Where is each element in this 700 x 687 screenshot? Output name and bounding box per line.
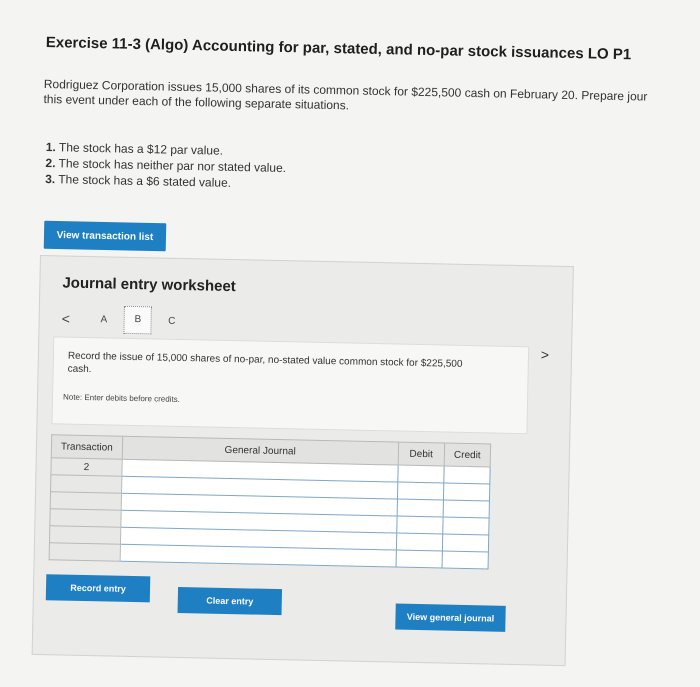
situation-number: 1. bbox=[45, 139, 56, 155]
debit-credit-note: Note: Enter debits before credits. bbox=[62, 392, 181, 404]
chevron-left-icon[interactable]: < bbox=[62, 310, 71, 326]
credit-cell[interactable] bbox=[442, 499, 490, 518]
view-transaction-list-button[interactable]: View transaction list bbox=[43, 220, 167, 252]
debit-cell[interactable] bbox=[395, 550, 443, 568]
debit-cell[interactable] bbox=[396, 499, 444, 517]
exercise-intro: Rodriguez Corporation issues 15,000 shar… bbox=[43, 77, 700, 122]
header-debit: Debit bbox=[397, 442, 445, 467]
credit-cell[interactable] bbox=[443, 466, 491, 484]
debit-cell[interactable] bbox=[396, 533, 443, 551]
worksheet-title: Journal entry worksheet bbox=[62, 274, 236, 296]
transaction-cell bbox=[49, 525, 121, 545]
clear-entry-button[interactable]: Clear entry bbox=[177, 586, 283, 616]
worksheet-tab-nav: < A B C bbox=[61, 304, 186, 335]
instruction-text: Record the issue of 15,000 shares of no-… bbox=[67, 350, 463, 376]
situation-number: 2. bbox=[45, 155, 56, 171]
page: Exercise 11-3 (Algo) Accounting for par,… bbox=[0, 0, 700, 687]
situation-list: 1. The stock has a $12 par value. 2. The… bbox=[45, 139, 287, 192]
debit-cell[interactable] bbox=[397, 465, 444, 484]
tab-c[interactable]: C bbox=[158, 315, 186, 327]
journal-table: Transaction General Journal Debit Credit… bbox=[49, 434, 492, 569]
debit-cell[interactable] bbox=[397, 482, 444, 500]
transaction-cell: 2 bbox=[50, 457, 123, 477]
transaction-cell bbox=[49, 508, 121, 528]
tab-b[interactable]: B bbox=[123, 305, 153, 335]
exercise-title: Exercise 11-3 (Algo) Accounting for par,… bbox=[45, 34, 632, 64]
instruction-box: Record the issue of 15,000 shares of no-… bbox=[51, 336, 530, 435]
debit-cell[interactable] bbox=[396, 516, 443, 534]
journal-entry-worksheet: Journal entry worksheet < A B C > Record… bbox=[31, 255, 574, 667]
situation-text: The stock has a $6 stated value. bbox=[58, 172, 232, 190]
chevron-right-icon[interactable]: > bbox=[541, 347, 550, 363]
credit-cell[interactable] bbox=[442, 533, 489, 552]
tab-a[interactable]: A bbox=[90, 314, 118, 326]
header-credit: Credit bbox=[443, 443, 491, 467]
record-entry-button[interactable]: Record entry bbox=[45, 574, 151, 603]
transaction-cell bbox=[49, 542, 121, 562]
credit-cell[interactable] bbox=[441, 550, 489, 569]
situation-number: 3. bbox=[45, 171, 56, 187]
view-general-journal-button[interactable]: View general journal bbox=[395, 603, 506, 632]
credit-cell[interactable] bbox=[443, 483, 490, 501]
credit-cell[interactable] bbox=[442, 516, 490, 535]
transaction-cell bbox=[50, 474, 122, 494]
header-transaction: Transaction bbox=[51, 434, 123, 460]
transaction-cell bbox=[50, 491, 122, 511]
